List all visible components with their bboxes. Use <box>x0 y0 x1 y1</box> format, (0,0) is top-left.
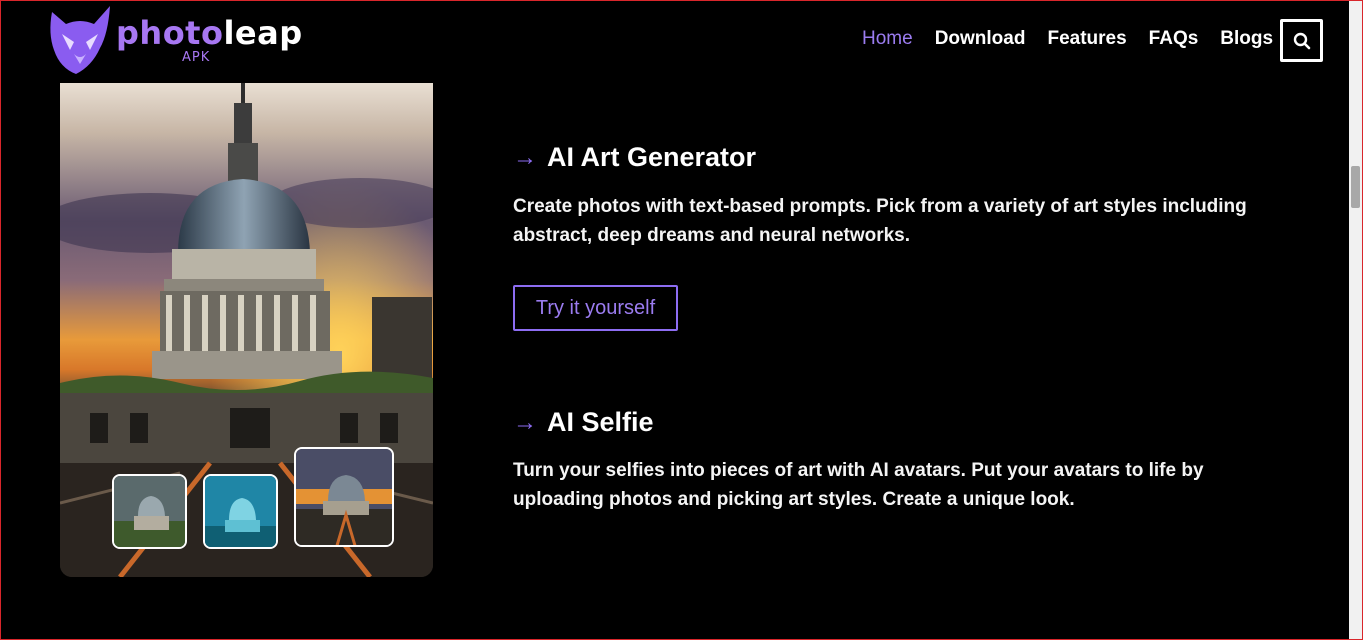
nav-features[interactable]: Features <box>1047 28 1126 50</box>
try-it-yourself-button[interactable]: Try it yourself <box>513 285 678 331</box>
brand-subtitle: APK <box>182 50 211 65</box>
brand-logo[interactable]: photoleap APK <box>48 4 302 76</box>
style-thumbnail-underwater[interactable] <box>203 474 278 549</box>
hero-cathedral-image <box>60 83 433 577</box>
section-description-ai-selfie: Turn your selfies into pieces of art wit… <box>513 460 1204 510</box>
section-title-ai-selfie: → AI Selfie <box>513 407 654 438</box>
nav-home[interactable]: Home <box>862 28 913 50</box>
brand-word-purple: photo <box>116 14 224 52</box>
style-thumbnail-realistic[interactable] <box>112 474 187 549</box>
nav-faqs[interactable]: FAQs <box>1149 28 1199 50</box>
nav-download[interactable]: Download <box>935 28 1026 50</box>
section-title-text: AI Art Generator <box>547 142 757 172</box>
main-nav: Home Download Features FAQs Blogs <box>862 28 1273 50</box>
nav-blogs[interactable]: Blogs <box>1220 28 1273 50</box>
search-button[interactable] <box>1280 19 1323 62</box>
fox-logo-icon <box>50 6 110 74</box>
search-icon <box>1293 32 1310 49</box>
arrow-right-icon: → <box>513 408 537 436</box>
section-description-ai-art: Create photos with text-based prompts. P… <box>513 196 1247 246</box>
scrollbar-thumb[interactable] <box>1351 166 1360 208</box>
style-thumbnail-sunset[interactable] <box>294 447 394 547</box>
scrollbar-track[interactable] <box>1349 1 1362 639</box>
section-title-ai-art-generator: → AI Art Generator <box>513 142 756 173</box>
arrow-right-icon: → <box>513 143 537 171</box>
brand-wordmark: photoleap <box>116 14 303 52</box>
section-title-text: AI Selfie <box>547 407 654 437</box>
brand-word-white: leap <box>223 14 303 52</box>
